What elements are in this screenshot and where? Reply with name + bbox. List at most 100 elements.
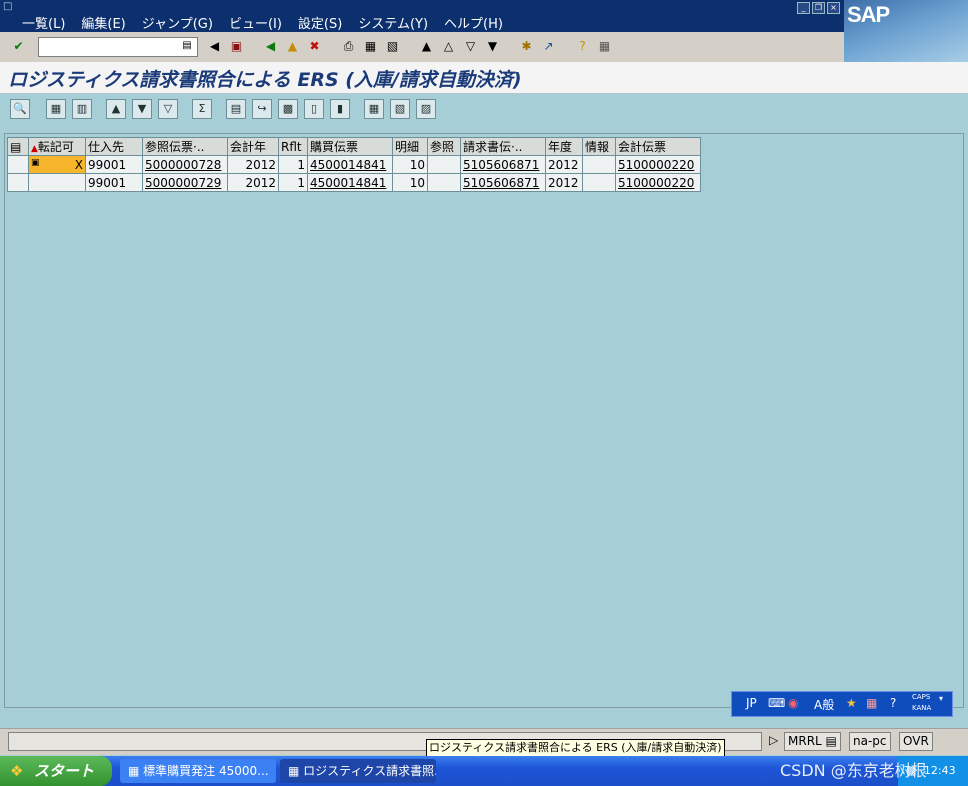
- layout-settings-icon[interactable]: ▤: [7, 137, 29, 156]
- select-all-icon[interactable]: ▦: [46, 99, 66, 119]
- ime-dictionary-icon[interactable]: ▦: [866, 696, 877, 710]
- cell-invoice-document[interactable]: 5105606871: [460, 173, 546, 192]
- clock[interactable]: 12:43: [924, 764, 956, 777]
- restore-icon[interactable]: ❐: [812, 2, 825, 14]
- minimize-icon[interactable]: _: [797, 2, 810, 14]
- sap-window-icon: ▦: [288, 764, 300, 778]
- back-icon[interactable]: ◀: [262, 38, 279, 55]
- ers-result-table: ▤ ▲転記可 仕入先 参照伝票·.. 会計年 Rflt 購買伝票 明細 参照 請…: [7, 137, 701, 192]
- find-icon[interactable]: ▦: [362, 38, 379, 55]
- menu-help[interactable]: ヘルプ(H): [444, 13, 503, 32]
- cancel-icon[interactable]: ✖: [306, 38, 323, 55]
- back-arrow-small-icon[interactable]: ◀: [206, 38, 223, 55]
- cell-accounting-document[interactable]: 5100000220: [615, 155, 701, 174]
- menu-system[interactable]: システム(Y): [358, 13, 428, 32]
- detail-icon[interactable]: 🔍: [10, 99, 30, 119]
- watermark: CSDN @东京老树根: [780, 761, 927, 780]
- cell-accounting-document[interactable]: 5100000220: [615, 173, 701, 192]
- column-header-accounting-document[interactable]: 会計伝票: [615, 137, 701, 156]
- close-icon[interactable]: ×: [827, 2, 840, 14]
- cell-fiscal-year: 2012: [227, 173, 279, 192]
- command-history-icon[interactable]: ▤: [180, 38, 194, 54]
- row-selector[interactable]: [7, 173, 29, 192]
- start-button[interactable]: ❖ スタート: [0, 756, 112, 786]
- status-host-field: na-pc: [849, 732, 891, 751]
- cell-posting-allowed[interactable]: ▣ X: [28, 155, 86, 174]
- menu-list[interactable]: 一覧(L): [22, 13, 65, 32]
- layout-menu-icon[interactable]: ▦: [596, 38, 613, 55]
- keyboard-icon[interactable]: ⌨: [768, 696, 785, 710]
- column-header-rflt[interactable]: Rflt: [278, 137, 308, 156]
- menu-goto[interactable]: ジャンプ(G): [142, 13, 213, 32]
- windows-logo-icon: ❖: [10, 762, 24, 780]
- cell-rflt: 1: [278, 155, 308, 174]
- cell-reference-document[interactable]: 5000000728: [142, 155, 228, 174]
- last-page-icon[interactable]: ▼: [484, 38, 501, 55]
- new-session-icon[interactable]: ✱: [518, 38, 535, 55]
- ime-input-mode[interactable]: A般: [814, 696, 834, 713]
- ime-pad-icon[interactable]: ◉: [788, 696, 798, 710]
- enter-icon[interactable]: ✔: [10, 38, 27, 55]
- table-row[interactable]: 99001 5000000729 2012 1 4500014841 10 51…: [7, 173, 701, 192]
- cell-invoice-document[interactable]: 5105606871: [460, 155, 546, 174]
- word-processing-icon[interactable]: ▯: [304, 99, 324, 119]
- find-next-icon[interactable]: ▧: [384, 38, 401, 55]
- filter-icon[interactable]: ▽: [158, 99, 178, 119]
- status-mode-field[interactable]: OVR: [899, 732, 933, 751]
- taskbar-item-po[interactable]: ▦ 標準購買発注 45000...: [120, 759, 276, 783]
- column-header-fiscal-year[interactable]: 会計年: [227, 137, 279, 156]
- cell-purchase-order[interactable]: 4500014841: [307, 155, 393, 174]
- ime-help-icon[interactable]: ?: [890, 696, 896, 710]
- save-layout-icon[interactable]: ▨: [416, 99, 436, 119]
- cell-info: [582, 173, 616, 192]
- status-system-field[interactable]: MRRL ▤: [784, 732, 841, 751]
- print-preview-icon[interactable]: ▤: [226, 99, 246, 119]
- standard-toolbar: ✔ ▤ ◀ ▣ ◀ ▲ ✖ ⎙ ▦ ▧ ▲ △ ▽ ▼ ✱ ↗ ? ▦: [0, 32, 844, 63]
- column-header-purchase-order[interactable]: 購買伝票: [307, 137, 393, 156]
- column-header-reference[interactable]: 参照: [427, 137, 461, 156]
- command-field[interactable]: [38, 37, 198, 57]
- status-expand-icon[interactable]: ▷: [766, 732, 781, 749]
- session-info-icon[interactable]: ▤: [826, 734, 837, 748]
- column-header-invoice-document[interactable]: 請求書伝·..: [460, 137, 546, 156]
- first-page-icon[interactable]: ▲: [418, 38, 435, 55]
- spreadsheet-icon[interactable]: ▩: [278, 99, 298, 119]
- help-icon[interactable]: ?: [574, 38, 591, 55]
- cell-posting-allowed[interactable]: [28, 173, 86, 192]
- export-icon[interactable]: ↪: [252, 99, 272, 119]
- choose-layout-icon[interactable]: ▧: [390, 99, 410, 119]
- row-selector[interactable]: [7, 155, 29, 174]
- column-header-year[interactable]: 年度: [545, 137, 583, 156]
- table-row[interactable]: ▣ X 99001 5000000728 2012 1 4500014841 10…: [7, 155, 701, 174]
- column-header-vendor[interactable]: 仕入先: [85, 137, 143, 156]
- row-detail-icon[interactable]: ▣: [31, 158, 40, 168]
- sort-descending-icon[interactable]: ▼: [132, 99, 152, 119]
- column-header-info[interactable]: 情報: [582, 137, 616, 156]
- total-icon[interactable]: Σ: [192, 99, 212, 119]
- sort-ascending-icon[interactable]: ▲: [106, 99, 126, 119]
- ime-language-indicator[interactable]: JP: [746, 696, 757, 710]
- column-header-reference-document[interactable]: 参照伝票·..: [142, 137, 228, 156]
- ime-tools-icon[interactable]: ★: [846, 696, 857, 710]
- ime-language-bar: JP ⌨ ◉ A般 ★ ▦ ? CAPS KANA ▾: [731, 691, 953, 717]
- menu-settings[interactable]: 設定(S): [298, 13, 342, 32]
- column-header-posting-allowed[interactable]: ▲転記可: [28, 137, 86, 156]
- previous-page-icon[interactable]: △: [440, 38, 457, 55]
- menu-edit[interactable]: 編集(E): [81, 13, 125, 32]
- deselect-all-icon[interactable]: ▥: [72, 99, 92, 119]
- cell-purchase-order[interactable]: 4500014841: [307, 173, 393, 192]
- save-icon[interactable]: ▣: [228, 38, 245, 55]
- change-layout-icon[interactable]: ▦: [364, 99, 384, 119]
- shortcut-icon[interactable]: ↗: [540, 38, 557, 55]
- menu-view[interactable]: ビュー(I): [229, 13, 282, 32]
- print-icon[interactable]: ⎙: [340, 38, 357, 55]
- system-menu-icon[interactable]: □: [3, 1, 12, 12]
- column-header-item[interactable]: 明細: [392, 137, 428, 156]
- cell-reference-document[interactable]: 5000000729: [142, 173, 228, 192]
- graphic-icon[interactable]: ▮: [330, 99, 350, 119]
- exit-icon[interactable]: ▲: [284, 38, 301, 55]
- cell-info: [582, 155, 616, 174]
- ime-options-icon[interactable]: ▾: [939, 694, 943, 703]
- next-page-icon[interactable]: ▽: [462, 38, 479, 55]
- taskbar-item-ers[interactable]: ▦ ロジスティクス請求書照...: [280, 759, 436, 783]
